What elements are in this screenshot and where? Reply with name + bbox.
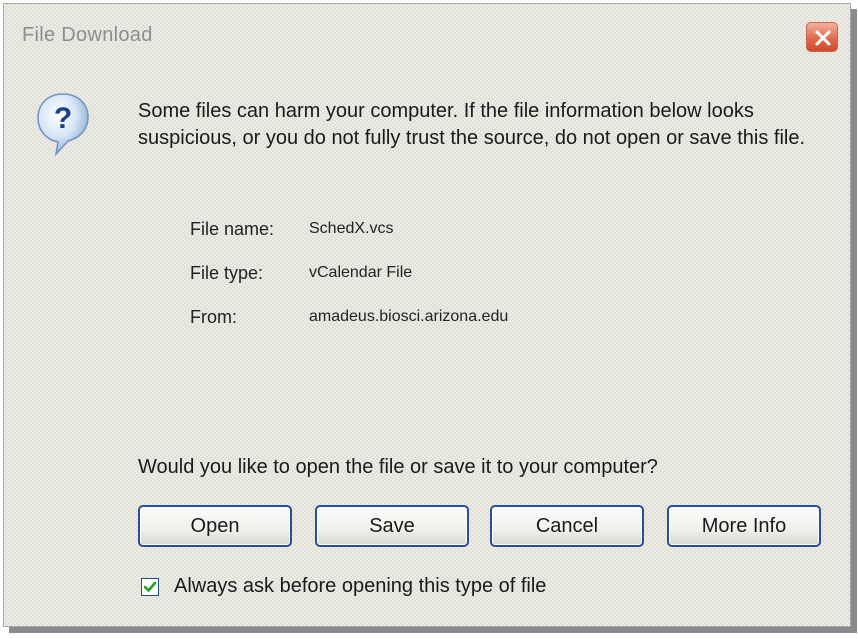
question-icon: ? <box>37 93 89 157</box>
close-icon <box>815 30 831 46</box>
download-prompt: Would you like to open the file or save … <box>138 456 658 478</box>
more-info-button[interactable]: More Info <box>667 505 821 547</box>
file-download-dialog: File Download ? Some files can harm your… <box>3 3 851 627</box>
file-type-label: File type: <box>190 263 264 283</box>
file-name-label: File name: <box>190 219 275 239</box>
open-button[interactable]: Open <box>138 505 292 547</box>
cancel-button[interactable]: Cancel <box>490 505 644 547</box>
always-ask-checkbox[interactable] <box>141 578 159 596</box>
title-bar[interactable]: File Download <box>4 4 850 56</box>
close-button[interactable] <box>806 22 838 52</box>
checkmark-icon <box>143 581 157 592</box>
from-value: amadeus.biosci.arizona.edu <box>309 308 509 325</box>
file-name-value: SchedX.vcs <box>309 220 394 237</box>
from-label: From: <box>190 307 237 327</box>
svg-text:?: ? <box>54 102 72 135</box>
always-ask-label[interactable]: Always ask before opening this type of f… <box>174 575 546 598</box>
file-type-value: vCalendar File <box>309 264 413 281</box>
save-button[interactable]: Save <box>315 505 469 547</box>
warning-message: Some files can harm your computer. If th… <box>138 100 806 149</box>
window-title: File Download <box>22 24 153 46</box>
